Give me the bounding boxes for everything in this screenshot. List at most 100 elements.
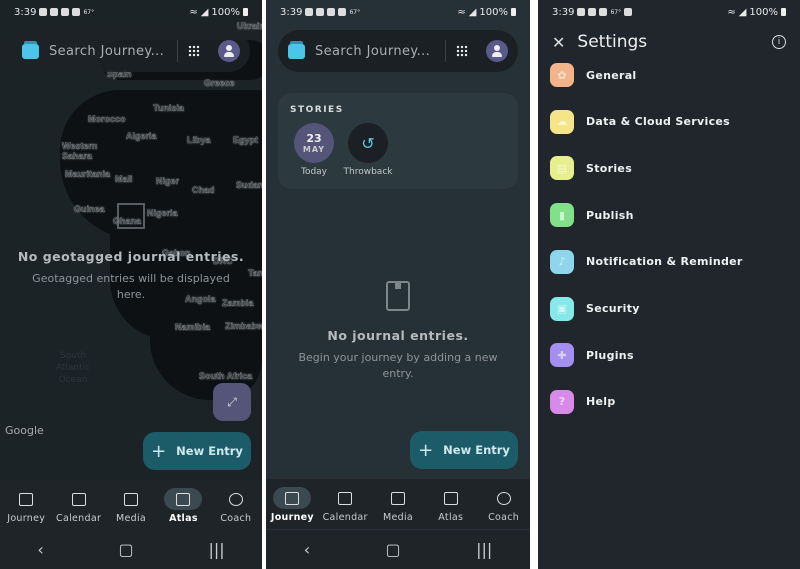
- new-entry-label: New Entry: [443, 443, 510, 457]
- notification-icon: [316, 8, 325, 16]
- wifi-icon: ≈: [727, 6, 736, 18]
- system-nav: ‹ ▢ |||: [266, 530, 530, 569]
- tab-coach[interactable]: Coach: [210, 480, 262, 530]
- map-attribution: Google: [5, 424, 44, 437]
- tab-label: Media: [382, 512, 414, 523]
- settings-item-publish[interactable]: ▮ Publish: [550, 202, 788, 228]
- home-icon[interactable]: ▢: [386, 540, 401, 559]
- back-icon[interactable]: ‹: [304, 540, 310, 559]
- tab-atlas[interactable]: Atlas: [424, 479, 477, 529]
- map-label: Egypt: [233, 135, 259, 145]
- settings-item-label: Help: [586, 395, 616, 409]
- map-label: Zimbabw: [225, 321, 262, 331]
- search-input[interactable]: Search Journey...: [49, 44, 177, 59]
- map-label: South Africa: [199, 371, 253, 381]
- map-label: Niger: [156, 176, 180, 186]
- close-icon[interactable]: ✕: [552, 33, 565, 52]
- avatar[interactable]: [486, 40, 508, 62]
- notification-icon: [588, 8, 597, 16]
- settings-item-label: Stories: [586, 161, 633, 175]
- signal-icon: ◢: [200, 6, 209, 18]
- notification-icon: [599, 8, 608, 16]
- recents-icon[interactable]: |||: [208, 540, 224, 559]
- settings-item-notification-reminder[interactable]: ♪ Notification & Reminder: [550, 249, 788, 275]
- info-icon[interactable]: i: [772, 35, 786, 49]
- tab-journey[interactable]: Journey: [266, 479, 319, 529]
- settings-item-help[interactable]: ? Help: [550, 389, 788, 415]
- battery-icon: [781, 8, 786, 16]
- home-icon[interactable]: ▢: [119, 540, 134, 559]
- cloud-icon: ☁: [550, 109, 574, 134]
- tab-label: Calendar: [56, 513, 102, 524]
- story-throwback[interactable]: ↺: [348, 123, 388, 163]
- status-bar: 3:39 67° ≈ ◢ 100%: [14, 5, 248, 19]
- ocean-label: South Atlantic Ocean: [55, 351, 91, 385]
- status-temp: 67°: [83, 8, 95, 16]
- map-label: Sudan: [236, 180, 262, 190]
- tab-calendar[interactable]: Calendar: [319, 479, 372, 529]
- story-month: MAY: [302, 144, 326, 154]
- story-today[interactable]: 23 MAY: [294, 123, 334, 163]
- stories-header: STORIES: [290, 105, 344, 115]
- settings-header: ✕ Settings i: [552, 30, 786, 54]
- tab-atlas[interactable]: Atlas: [157, 480, 209, 530]
- map-icon: [176, 492, 191, 506]
- apps-grid-icon[interactable]: [456, 45, 468, 57]
- map-label: Tunisia: [153, 103, 184, 113]
- image-icon: [390, 491, 405, 505]
- divider: [445, 40, 446, 62]
- new-entry-button[interactable]: + New Entry: [143, 432, 251, 470]
- map-label: Mali: [115, 174, 133, 184]
- settings-screen: 3:39 67° ≈ ◢ 100% ✕ Settings i ✿ General ☁ Dat…: [538, 0, 800, 569]
- search-input[interactable]: Search Journey...: [315, 44, 445, 59]
- search-bar[interactable]: Search Journey...: [278, 30, 518, 72]
- lock-icon: ▣: [550, 296, 574, 321]
- journey-screen: 3:39 67° ≈ ◢ 100% Search Journey... STORIES…: [266, 0, 530, 569]
- search-bar[interactable]: Search Journey...: [12, 30, 250, 72]
- story-label: Throwback: [343, 167, 393, 177]
- map-label: Morocco: [88, 114, 126, 124]
- image-icon: [124, 492, 139, 506]
- tab-label: Atlas: [169, 513, 198, 524]
- fullscreen-button[interactable]: ⤢: [213, 383, 251, 421]
- image-notification-icon: [624, 8, 633, 16]
- tab-coach[interactable]: Coach: [477, 479, 530, 529]
- tab-journey[interactable]: Journey: [0, 480, 52, 530]
- settings-item-general[interactable]: ✿ General: [550, 62, 788, 88]
- heart-circle-icon: [496, 491, 511, 505]
- settings-item-stories[interactable]: ▤ Stories: [550, 155, 788, 181]
- settings-item-plugins[interactable]: ✚ Plugins: [550, 342, 788, 368]
- story-day: 23: [306, 131, 322, 145]
- empty-title: No journal entries.: [327, 328, 469, 343]
- settings-item-label: Plugins: [586, 348, 634, 362]
- tab-label: Coach: [220, 513, 252, 524]
- plus-icon: +: [151, 440, 167, 462]
- atlas-screen: Ukrain Spain Greece Tunisia Morocco Alge…: [0, 0, 262, 569]
- heart-circle-icon: [228, 492, 243, 506]
- status-time: 3:39: [14, 6, 37, 18]
- notification-icon: [305, 8, 314, 16]
- map-label: Namibia: [175, 322, 211, 332]
- avatar[interactable]: [218, 40, 240, 62]
- settings-item-security[interactable]: ▣ Security: [550, 296, 788, 322]
- settings-item-data-cloud-services[interactable]: ☁ Data & Cloud Services: [550, 109, 788, 135]
- battery-level: 100%: [479, 6, 508, 18]
- tab-calendar[interactable]: Calendar: [52, 480, 104, 530]
- notification-icon: [577, 8, 586, 16]
- back-icon[interactable]: ‹: [37, 540, 43, 559]
- tab-media[interactable]: Media: [372, 479, 425, 529]
- tab-label: Journey: [7, 513, 46, 524]
- signal-icon: ◢: [738, 6, 747, 18]
- story-label: Today: [300, 167, 328, 177]
- new-entry-button[interactable]: + New Entry: [410, 431, 518, 469]
- wifi-icon: ≈: [189, 6, 198, 18]
- recents-icon[interactable]: |||: [476, 540, 492, 559]
- status-time: 3:39: [552, 6, 575, 18]
- image-notification-icon: [338, 8, 347, 16]
- bell-icon: ♪: [550, 249, 574, 274]
- tab-media[interactable]: Media: [105, 480, 157, 530]
- apps-grid-icon[interactable]: [188, 45, 200, 57]
- empty-subtitle: Geotagged entries will be displayed here…: [32, 272, 230, 301]
- puzzle-icon: ✚: [550, 343, 574, 368]
- system-nav: ‹ ▢ |||: [0, 530, 262, 569]
